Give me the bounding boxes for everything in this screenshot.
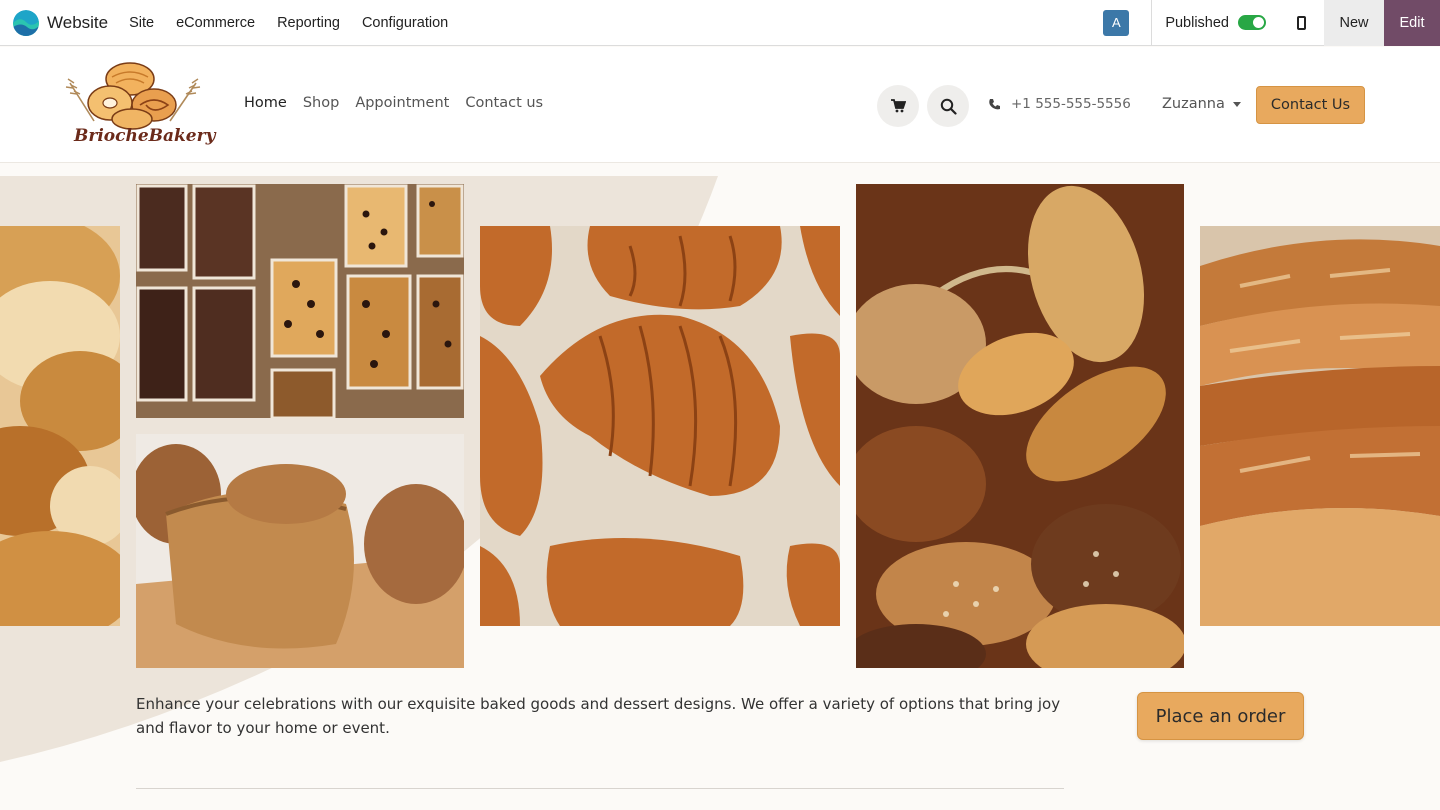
croissants-image xyxy=(480,226,840,626)
bread-basket-image xyxy=(856,184,1184,668)
chevron-down-icon xyxy=(1232,101,1241,107)
phone-icon xyxy=(989,98,1000,109)
main-nav: Home Shop Appointment Contact us xyxy=(244,95,543,111)
cart-button[interactable] xyxy=(877,85,919,127)
nav-appointment[interactable]: Appointment xyxy=(355,95,449,111)
baguettes-image xyxy=(1200,226,1440,626)
cart-icon xyxy=(891,99,906,113)
published-label: Published xyxy=(1165,14,1229,31)
place-order-button[interactable]: Place an order xyxy=(1137,692,1304,740)
bread-loaves-image xyxy=(136,434,464,668)
nav-contact-us[interactable]: Contact us xyxy=(465,95,543,111)
mobile-icon xyxy=(1296,15,1306,30)
menu-reporting[interactable]: Reporting xyxy=(266,15,351,31)
menu-site[interactable]: Site xyxy=(118,15,165,31)
edit-button[interactable]: Edit xyxy=(1384,0,1440,46)
admin-navbar: Website Site eCommerce Reporting Configu… xyxy=(0,0,1440,46)
hero-description: Enhance your celebrations with our exqui… xyxy=(136,695,1061,737)
new-button[interactable]: New xyxy=(1324,0,1384,46)
menu-configuration[interactable]: Configuration xyxy=(351,15,459,31)
mobile-preview-button[interactable] xyxy=(1278,0,1324,46)
user-menu[interactable]: Zuzanna xyxy=(1162,96,1241,112)
nav-shop[interactable]: Shop xyxy=(303,95,339,111)
published-toggle-group[interactable]: Published xyxy=(1151,0,1278,46)
website-app-icon[interactable] xyxy=(13,9,39,36)
brioche-rolls-image xyxy=(0,226,120,626)
menu-ecommerce[interactable]: eCommerce xyxy=(165,15,266,31)
search-icon xyxy=(940,98,957,115)
section-divider xyxy=(136,788,1064,789)
contact-us-button[interactable]: Contact Us xyxy=(1256,86,1365,124)
brand-name: BriocheBakery xyxy=(74,126,216,146)
published-toggle[interactable] xyxy=(1238,15,1266,30)
nav-home[interactable]: Home xyxy=(244,95,287,111)
site-header: BriocheBakery Home Shop Appointment Cont… xyxy=(0,47,1440,163)
search-button[interactable] xyxy=(927,85,969,127)
app-name[interactable]: Website xyxy=(47,13,108,33)
hero-section: Enhance your celebrations with our exqui… xyxy=(0,164,1440,810)
phone-number: +1 555-555-5556 xyxy=(1011,96,1131,112)
chocolate-loaves-image xyxy=(136,184,464,418)
phone-contact[interactable]: +1 555-555-5556 xyxy=(988,96,1131,112)
user-avatar[interactable]: A xyxy=(1103,9,1130,36)
user-name: Zuzanna xyxy=(1162,96,1225,112)
